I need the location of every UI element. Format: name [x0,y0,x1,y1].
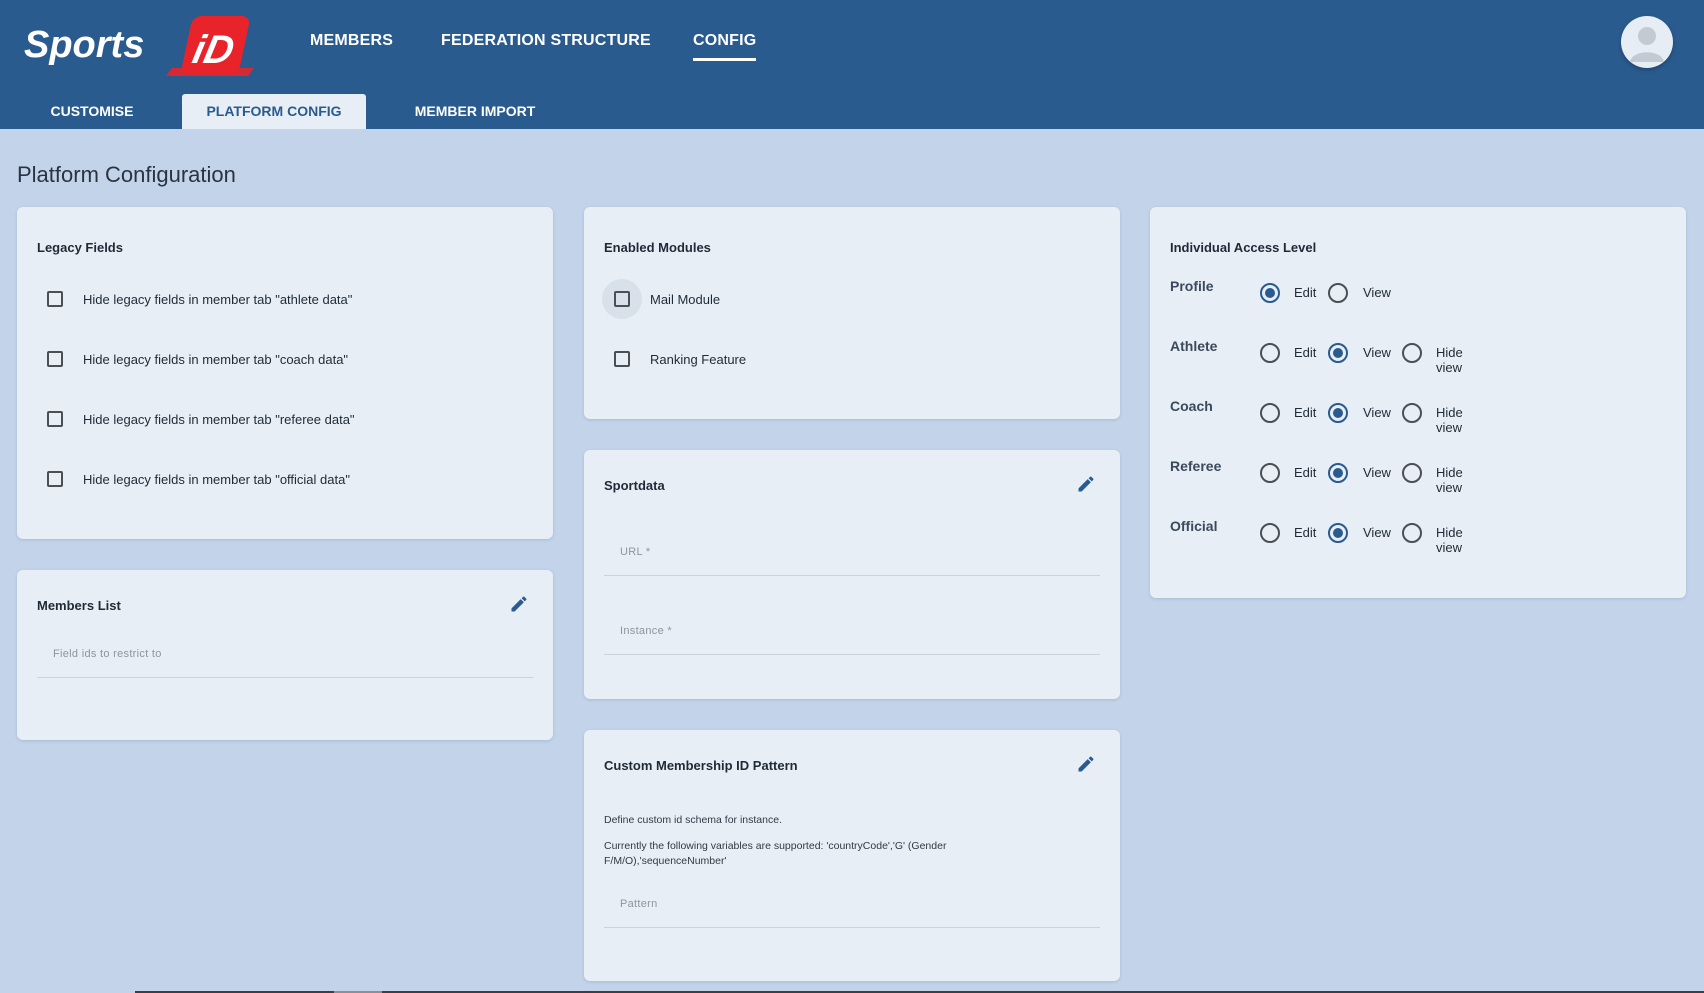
radio-edit[interactable] [1260,343,1280,363]
access-row-label: Referee [1170,458,1222,474]
radio-label-view: View [1363,345,1391,360]
sports-id-logo[interactable]: Sports iD [22,10,258,78]
checkbox[interactable] [614,351,630,367]
card-title: Legacy Fields [37,240,123,255]
checkbox-label: Hide legacy fields in member tab "offici… [83,471,350,487]
legacy-coach-checkbox-row[interactable]: Hide legacy fields in member tab "coach … [47,348,348,370]
radio-label-edit: Edit [1294,525,1317,540]
card-title: Individual Access Level [1170,240,1317,255]
radio-view[interactable] [1328,343,1348,363]
radio-label-edit: Edit [1294,345,1317,360]
field-ids-input[interactable]: Field ids to restrict to [37,638,533,678]
field-placeholder: URL * [620,546,651,558]
field-placeholder: Field ids to restrict to [53,648,162,660]
radio-edit[interactable] [1260,523,1280,543]
pencil-icon[interactable] [509,594,529,614]
user-icon [1630,27,1664,62]
subtab-member-import[interactable]: MEMBER IMPORT [398,94,552,129]
radio-label-edit: Edit [1294,465,1317,480]
card-title: Custom Membership ID Pattern [604,758,798,773]
legacy-official-checkbox-row[interactable]: Hide legacy fields in member tab "offici… [47,468,350,490]
radio-label-view: View [1363,285,1391,300]
description-text: Define custom id schema for instance. [604,814,782,826]
subtab-platform-config[interactable]: PLATFORM CONFIG [182,94,366,129]
radio-label-view: View [1363,465,1391,480]
variables-text-line2: F/M/O),'sequenceNumber' [604,855,727,867]
radio-hide-view[interactable] [1402,523,1422,543]
checkbox-label: Hide legacy fields in member tab "coach … [83,351,349,367]
radio-label-hide-view: Hide view [1436,525,1463,555]
pencil-icon[interactable] [1076,474,1096,494]
checkbox[interactable] [47,291,63,307]
sportdata-card: Sportdata URL * Instance * [584,450,1120,699]
radio-label-edit: Edit [1294,285,1317,300]
nav-federation-structure[interactable]: FEDERATION STRUCTURE [441,31,651,61]
checkbox[interactable] [614,291,630,307]
members-list-card: Members List Field ids to restrict to [17,570,553,740]
radio-edit[interactable] [1260,463,1280,483]
page-title: Platform Configuration [17,162,236,187]
checkbox-label: Hide legacy fields in member tab "athlet… [83,291,353,307]
legacy-athlete-checkbox-row[interactable]: Hide legacy fields in member tab "athlet… [47,288,352,310]
radio-view[interactable] [1328,523,1348,543]
radio-view[interactable] [1328,403,1348,423]
nav-members[interactable]: MEMBERS [310,31,393,61]
variables-text-line1: Currently the following variables are su… [604,840,947,852]
radio-edit[interactable] [1260,283,1280,303]
field-placeholder: Instance * [620,625,672,637]
checkbox-label: Hide legacy fields in member tab "refere… [83,411,355,427]
checkbox-label: Ranking Feature [650,351,747,367]
radio-label-hide-view: Hide view [1436,405,1463,435]
radio-label-hide-view: Hide view [1436,345,1463,375]
radio-view[interactable] [1328,283,1348,303]
access-row-label: Official [1170,518,1218,534]
instance-input[interactable]: Instance * [604,615,1100,655]
radio-label-hide-view: Hide view [1436,465,1463,495]
svg-text:Sports: Sports [24,24,144,66]
top-header: Sports iD MEMBERS FEDERATION STRUCTURE C… [0,0,1704,129]
custom-id-pattern-card: Custom Membership ID Pattern Define cust… [584,730,1120,981]
card-title: Members List [37,598,121,613]
card-title: Enabled Modules [604,240,711,255]
access-row-label: Athlete [1170,338,1218,354]
radio-label-view: View [1363,405,1391,420]
checkbox-label: Mail Module [650,291,721,307]
access-row-label: Profile [1170,278,1214,294]
radio-view[interactable] [1328,463,1348,483]
mail-module-checkbox-row[interactable]: Mail Module [614,288,720,310]
radio-hide-view[interactable] [1402,403,1422,423]
enabled-modules-card: Enabled Modules Mail Module Ranking Feat… [584,207,1120,419]
checkbox[interactable] [47,411,63,427]
radio-label-edit: Edit [1294,405,1317,420]
radio-hide-view[interactable] [1402,463,1422,483]
legacy-referee-checkbox-row[interactable]: Hide legacy fields in member tab "refere… [47,408,355,430]
radio-label-view: View [1363,525,1391,540]
radio-hide-view[interactable] [1402,343,1422,363]
subtab-customise[interactable]: CUSTOMISE [30,94,154,129]
field-placeholder: Pattern [620,898,658,910]
access-row-label: Coach [1170,398,1213,414]
pencil-icon[interactable] [1076,754,1096,774]
ranking-feature-checkbox-row[interactable]: Ranking Feature [614,348,746,370]
checkbox[interactable] [47,351,63,367]
card-title: Sportdata [604,478,665,493]
pattern-input[interactable]: Pattern [604,888,1100,928]
radio-edit[interactable] [1260,403,1280,423]
user-avatar-button[interactable] [1621,16,1673,68]
legacy-fields-card: Legacy Fields Hide legacy fields in memb… [17,207,553,539]
checkbox[interactable] [47,471,63,487]
nav-config[interactable]: CONFIG [693,31,757,61]
url-input[interactable]: URL * [604,536,1100,576]
